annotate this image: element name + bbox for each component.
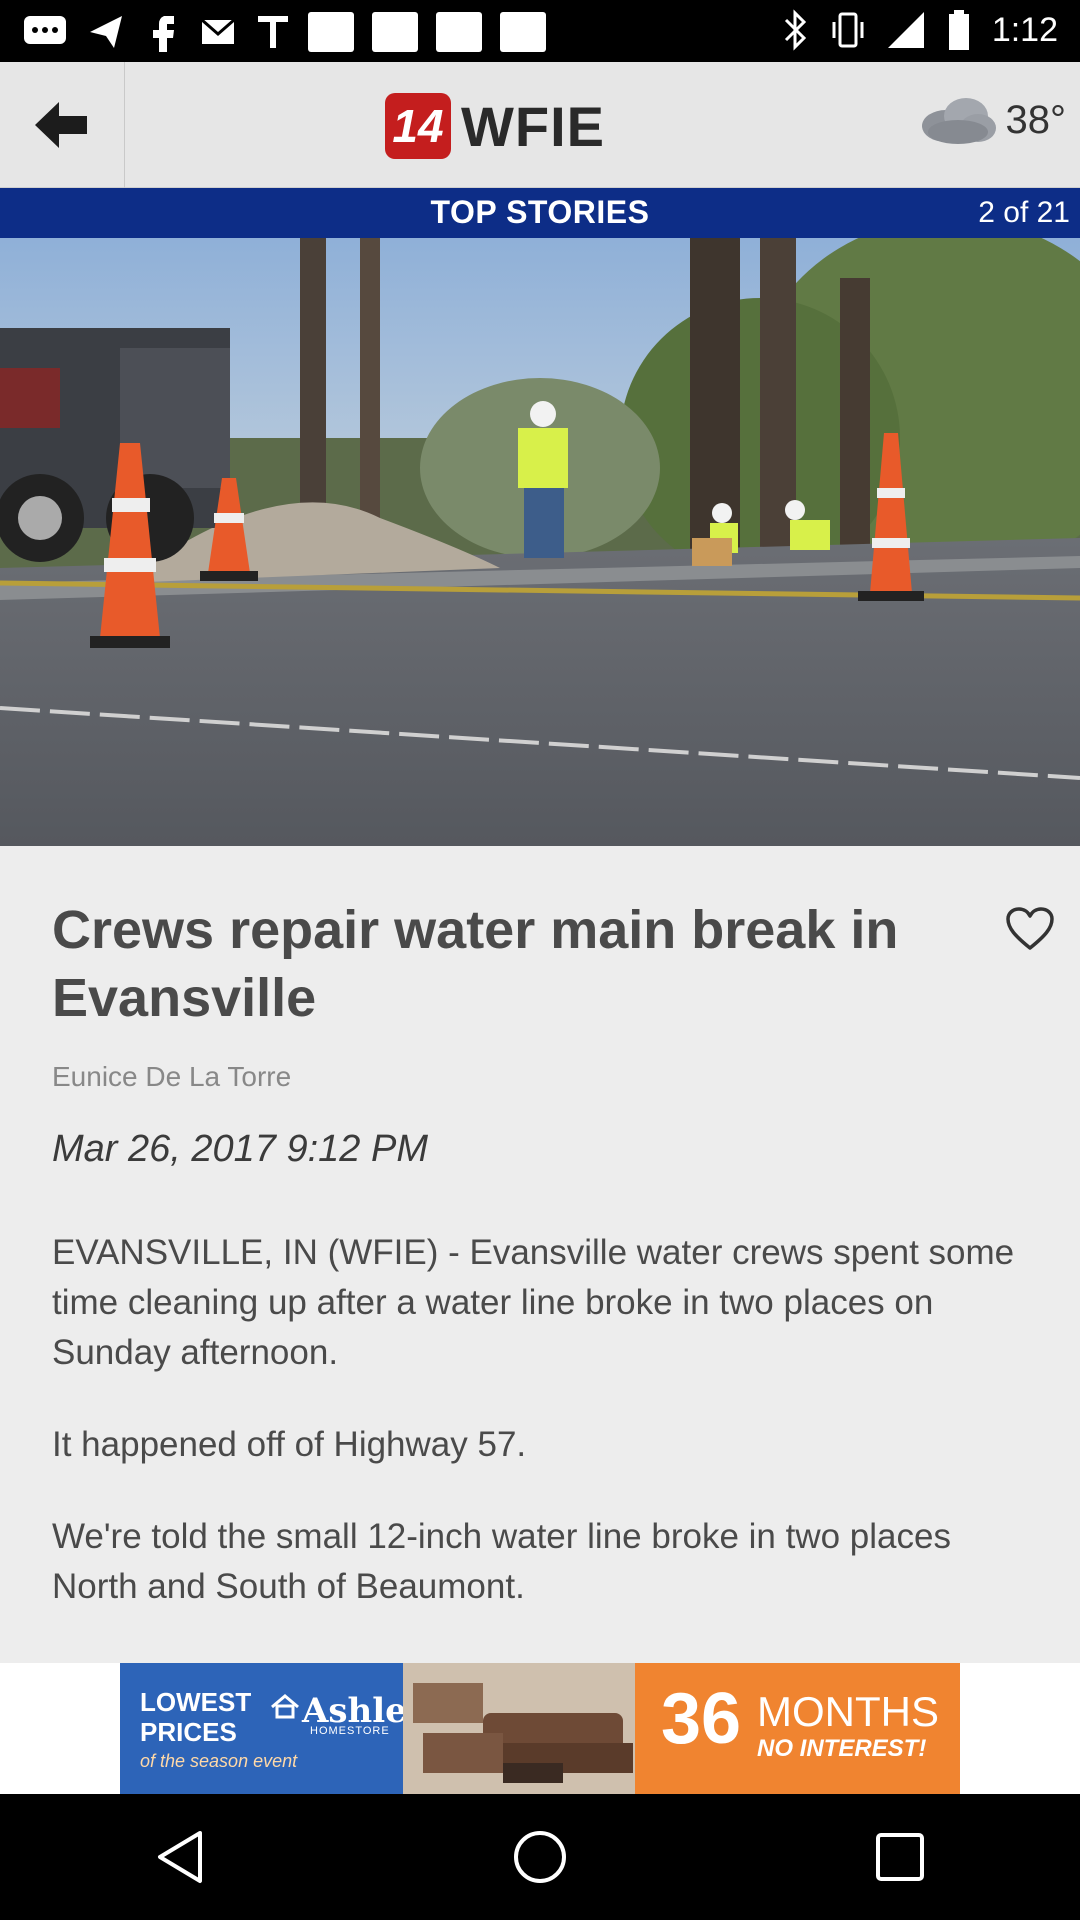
system-nav-bar	[0, 1794, 1080, 1920]
article-text: EVANSVILLE, IN (WFIE) - Evansville water…	[52, 1228, 1042, 1654]
nav-home-button[interactable]	[480, 1797, 600, 1917]
article-paragraph: EVANSVILLE, IN (WFIE) - Evansville water…	[52, 1233, 1015, 1372]
signal-icon	[887, 12, 924, 48]
article-body: Crews repair water main break in Evansvi…	[0, 846, 1080, 1663]
story-counter: 2 of 21	[978, 196, 1070, 229]
section-title: TOP STORIES	[430, 194, 650, 230]
back-triangle-icon	[158, 1831, 202, 1883]
temperature: 38°	[1005, 97, 1067, 142]
facebook-icon	[153, 16, 174, 52]
logo-badge: 14	[385, 93, 451, 159]
road-scene-image	[0, 238, 1080, 846]
status-bar: 1:12	[0, 0, 1080, 62]
heart-icon	[1006, 907, 1054, 950]
favorite-button[interactable]	[995, 894, 1065, 964]
article-hero-image[interactable]	[0, 238, 1080, 846]
ad-container: LOWEST PRICES of the season event Ashley…	[0, 1663, 1080, 1794]
bluetooth-icon	[784, 9, 806, 51]
system-icons: 1:12	[780, 8, 1058, 52]
recents-square-icon	[876, 1833, 924, 1881]
cloud-icon	[921, 98, 996, 144]
logo-text: WFIE	[461, 94, 605, 158]
send-icon	[90, 16, 122, 48]
ad-furniture-image	[403, 1663, 635, 1794]
ad-season-text: of the season event	[140, 1751, 298, 1771]
nav-back-button[interactable]	[120, 1797, 240, 1917]
ad-right-panel: 36 MONTHS NO INTEREST!	[635, 1663, 960, 1794]
house-icon	[271, 1694, 299, 1719]
app-square-icon	[436, 12, 482, 52]
back-arrow-icon	[35, 102, 87, 148]
mail-icon	[201, 18, 235, 44]
nav-recents-button[interactable]	[840, 1797, 960, 1917]
sofa-image	[403, 1663, 635, 1794]
clock: 1:12	[991, 10, 1058, 49]
ad-no-interest: NO INTEREST!	[757, 1735, 927, 1762]
app-square-icon	[500, 12, 546, 52]
article-paragraph: It happened off of Highway 57.	[52, 1425, 527, 1464]
messages-icon	[24, 16, 66, 44]
app-header: 14 WFIE 38°	[0, 62, 1080, 188]
vibrate-icon	[832, 12, 864, 48]
ad-brand-sub: HOMESTORE	[310, 1725, 390, 1737]
article-paragraph: We're told the small 12-inch water line …	[52, 1517, 951, 1606]
ad-lowest-prices: LOWEST PRICES	[140, 1687, 252, 1747]
ad-left-panel: LOWEST PRICES of the season event Ashley…	[120, 1663, 427, 1794]
battery-icon	[948, 10, 969, 50]
notification-icons	[22, 12, 546, 52]
ad-banner[interactable]: LOWEST PRICES of the season event Ashley…	[120, 1663, 960, 1794]
ad-months-text: MONTHS	[757, 1688, 939, 1735]
article-author: Eunice De La Torre	[52, 1061, 292, 1092]
weather-widget[interactable]: 38°	[916, 92, 1067, 148]
home-circle-icon	[514, 1831, 566, 1883]
text-t-icon	[258, 16, 288, 48]
ad-months-number: 36	[661, 1679, 742, 1759]
station-logo[interactable]: 14 WFIE	[385, 92, 605, 160]
app-square-icon	[372, 12, 418, 52]
article-headline: Crews repair water main break in Evansvi…	[52, 900, 899, 1028]
app-square-icon	[308, 12, 354, 52]
article-date: Mar 26, 2017 9:12 PM	[52, 1128, 428, 1170]
section-bar: TOP STORIES 2 of 21	[0, 188, 1080, 238]
back-button[interactable]	[0, 62, 125, 188]
